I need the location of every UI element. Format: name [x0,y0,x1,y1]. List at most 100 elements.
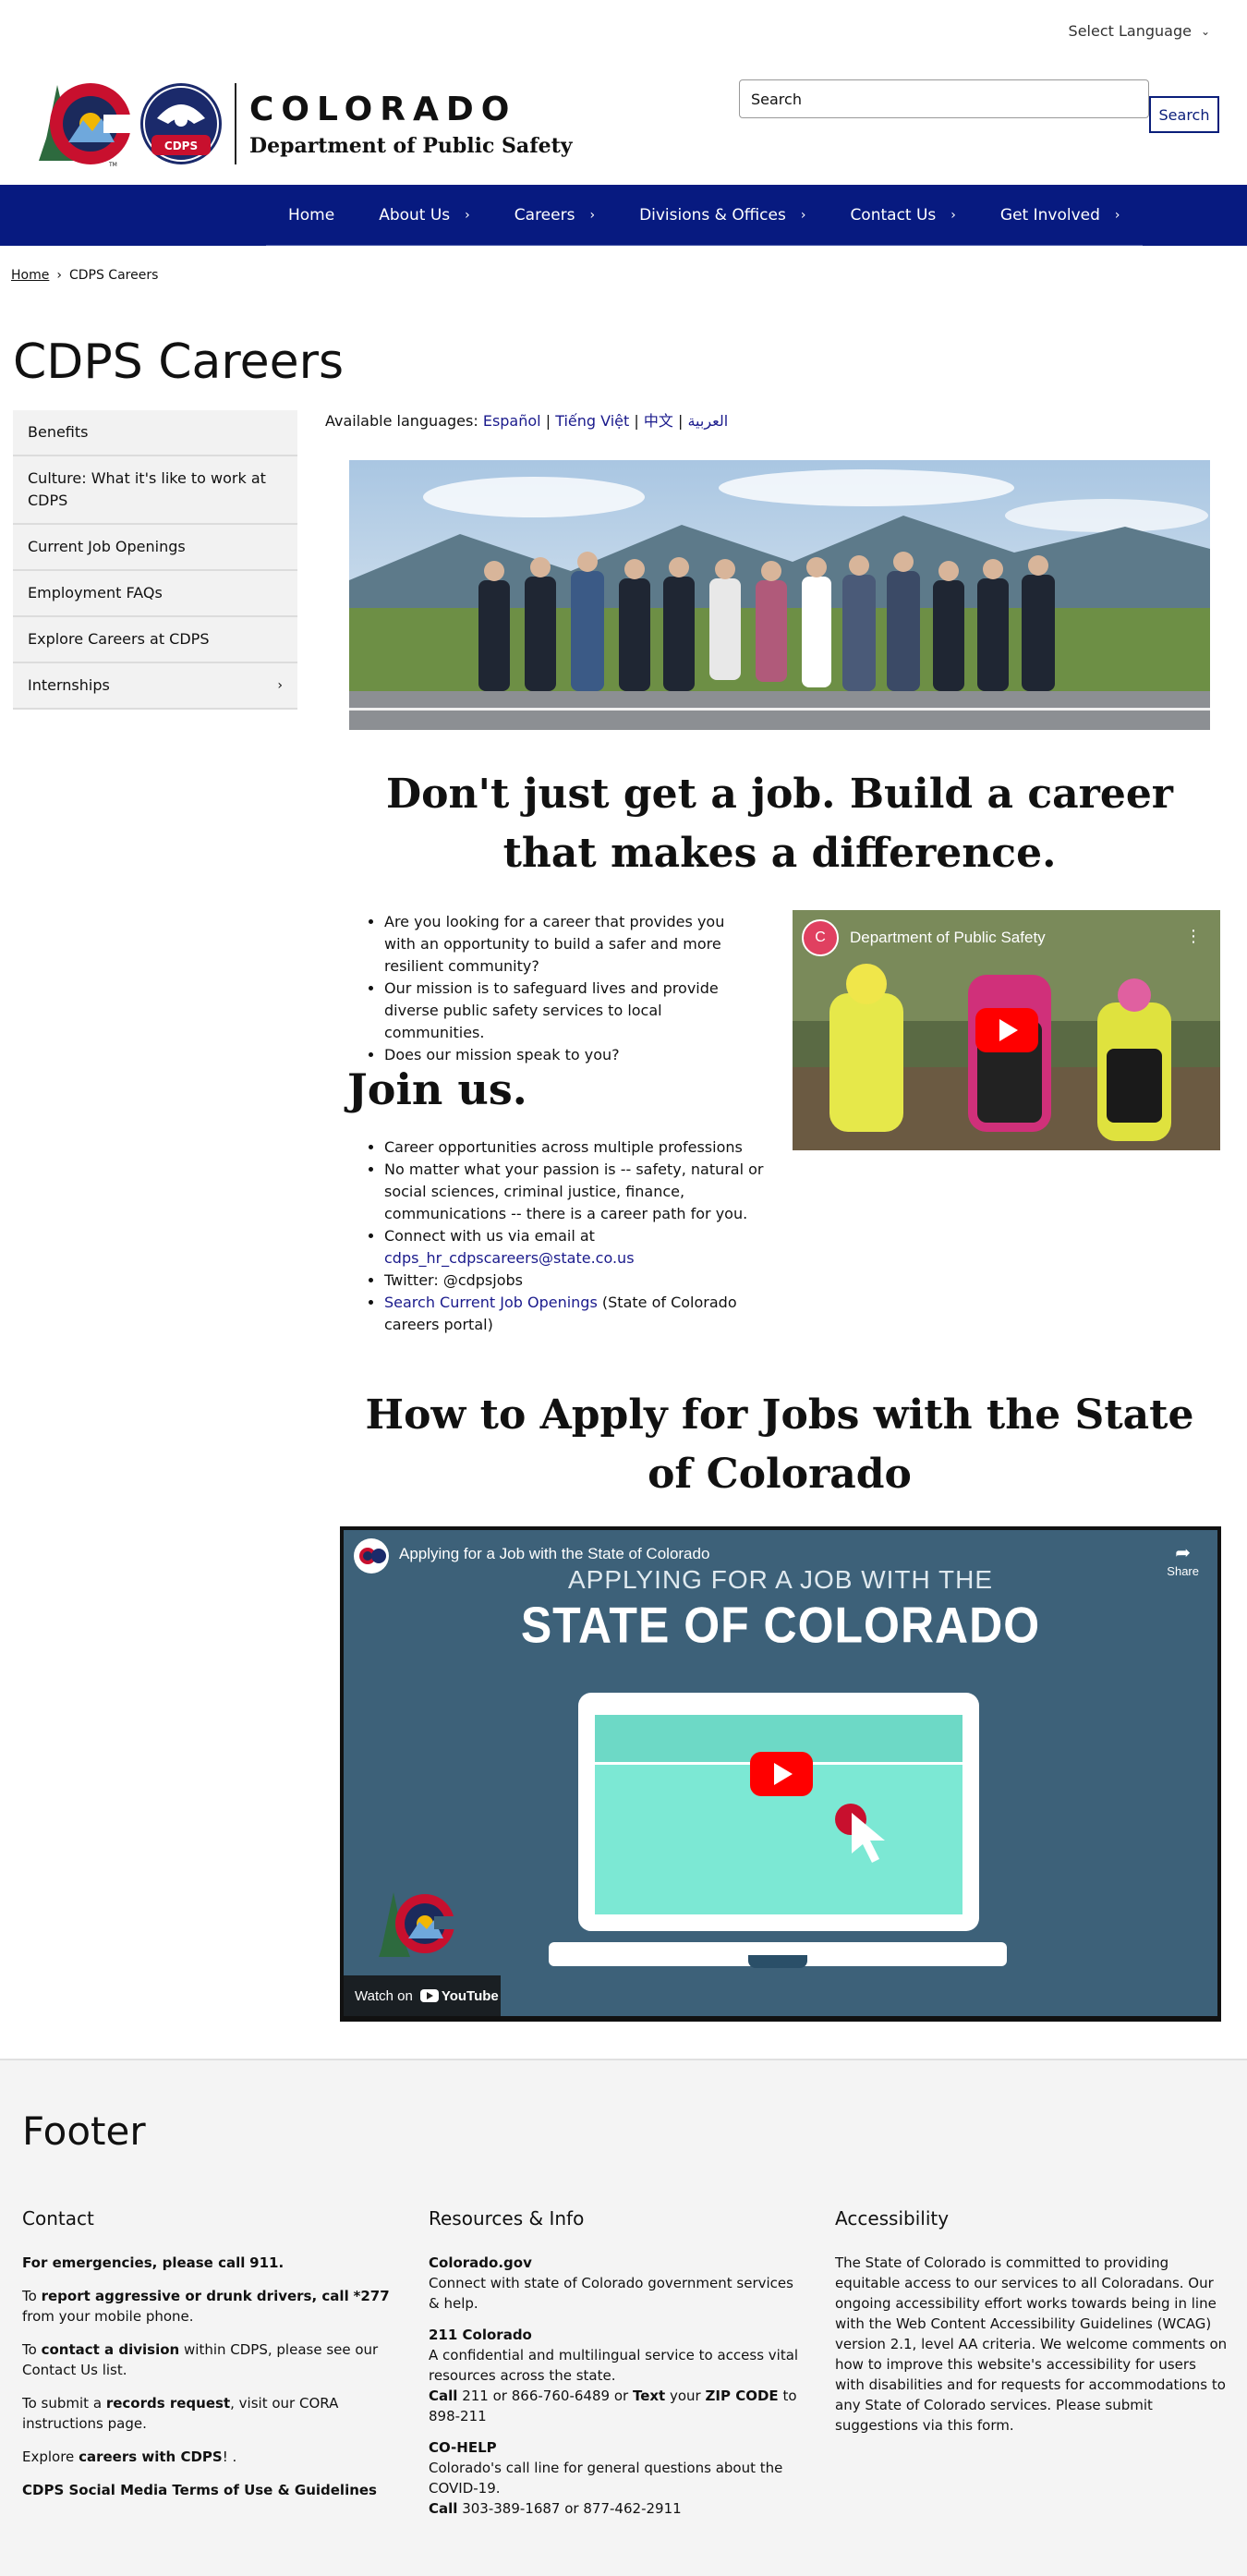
nav-item-careers[interactable]: Careers › [492,185,617,246]
search-button[interactable]: Search [1149,96,1219,133]
youtube-logo: YouTube [419,1987,499,2004]
language-separator: | [545,412,551,430]
cohelp-link[interactable]: CO-HELP [429,2439,497,2456]
records-mid: , visit our [230,2395,296,2412]
footer-resources-heading: Resources & Info [429,2207,585,2230]
division-pre: To [22,2341,37,2358]
video-title[interactable]: Department of Public Safety [850,929,1046,947]
watch-on-youtube-button[interactable]: Watch on YouTube [344,1975,501,2016]
laptop-illustration [578,1693,979,1931]
site-logo[interactable]: TM CDPS COLORADO Department of Public Sa… [26,78,573,170]
language-link-ar[interactable]: العربية [687,412,728,430]
language-link-vi[interactable]: Tiếng Việt [555,412,629,430]
sidebar-item-label: Internships [28,676,110,694]
sidebar-item-benefits[interactable]: Benefits [13,410,297,456]
chevron-right-icon: › [465,207,470,223]
footer-report: To report aggressive or drunk drivers, c… [22,2286,401,2327]
language-separator: | [677,412,684,430]
language-link-zh[interactable]: 中文 [644,412,673,430]
join-bullets: Career opportunities across multiple pro… [371,1136,778,1336]
breadcrumb-separator: › [56,268,62,283]
nav-item-home[interactable]: Home [266,185,357,246]
play-icon[interactable] [750,1752,813,1796]
sidebar-item-label: Benefits [28,423,89,441]
join-us-heading: Join us. [347,1064,527,1114]
emergency-911-link[interactable]: 911 [249,2254,278,2271]
careers-with-cdps-link[interactable]: careers with CDPS [79,2448,223,2465]
careers-email-link[interactable]: cdps_hr_cdpscareers@state.co.us [384,1249,635,1267]
your-text: your [670,2388,701,2404]
language-link-es[interactable]: Español [483,412,541,430]
list-item: Twitter: @cdpsjobs [384,1270,778,1292]
language-select-label: Select Language [1068,22,1192,40]
sidebar-item-faqs[interactable]: Employment FAQs [13,571,297,617]
channel-avatar[interactable]: C [802,919,839,956]
list-item: Our mission is to safeguard lives and pr… [384,978,759,1044]
footer-accessibility-heading: Accessibility [835,2207,950,2230]
chevron-down-icon: ⌄ [1200,24,1210,38]
department-name: Department of Public Safety [249,133,573,158]
nav-item-get-involved[interactable]: Get Involved › [978,185,1143,246]
call-label: Call [429,2388,458,2404]
phone-866-link[interactable]: 866-760-6489 [512,2388,610,2404]
colorado-logo-icon: TM [39,83,131,168]
report-pre: To [22,2288,37,2304]
site-header: TM CDPS COLORADO Department of Public Sa… [0,65,1247,185]
report-post: from your mobile phone. [22,2308,194,2325]
search-input[interactable] [739,79,1149,118]
colorado-gov-link[interactable]: Colorado.gov [429,2254,532,2271]
chevron-right-icon: › [589,207,596,223]
cohelp-desc: Colorado's call line for general questio… [429,2460,783,2497]
chevron-right-icon: › [277,678,283,693]
contact-us-list-link[interactable]: Contact Us list [22,2362,123,2378]
sidebar-item-explore-careers[interactable]: Explore Careers at CDPS [13,617,297,663]
footer-records: To submit a records request, visit our C… [22,2395,339,2432]
nav-item-label: Divisions & Offices [639,205,786,225]
or-text: or [492,2388,507,2404]
phone-303-link[interactable]: 303-389-1687 [462,2500,560,2517]
dps-video-embed[interactable]: C Department of Public Safety ⋮ [793,910,1220,1150]
main-nav: Home About Us › Careers › Divisions & Of… [0,185,1247,246]
logo-text: COLORADO Department of Public Safety [249,91,573,158]
list-item: No matter what your passion is -- safety… [384,1159,778,1225]
footer-contact: Contact For emergencies, please call 911… [22,2208,401,2513]
play-icon[interactable] [975,1008,1038,1052]
nav-item-contact-us[interactable]: Contact Us › [828,185,977,246]
resource-colorado-gov: Colorado.gov Connect with state of Color… [429,2253,807,2314]
records-pre: To submit a [22,2395,103,2412]
apply-video-embed[interactable]: Applying for a Job with the State of Col… [340,1526,1221,2022]
or-text: or [613,2388,629,2404]
youtube-play-icon [419,1989,439,2002]
co211-link[interactable]: 211 Colorado [429,2327,532,2343]
accessibility-statement: The State of Colorado is committed to pr… [835,2253,1229,2436]
chevron-right-icon: › [800,207,806,223]
careers-headline: Don't just get a job. Build a career tha… [385,771,1173,877]
report-277-link[interactable]: *277 [354,2288,390,2304]
list-item: Are you looking for a career that provid… [384,911,759,978]
mission-bullets: Are you looking for a career that provid… [371,911,759,1066]
phone-877-link[interactable]: 877-462-2911 [583,2500,681,2517]
breadcrumb-home-link[interactable]: Home [11,268,49,283]
language-select[interactable]: Select Language ⌄ [1069,22,1210,40]
language-separator: | [634,412,639,430]
division-bold: contact a division [41,2341,180,2358]
nav-item-label: About Us [379,205,451,225]
search-job-openings-link[interactable]: Search Current Job Openings [384,1294,598,1311]
co211-desc: A confidential and multilingual service … [429,2347,799,2384]
call-label: Call [429,2500,458,2517]
phone-211-link[interactable]: 211 [462,2388,489,2404]
video-title[interactable]: Applying for a Job with the State of Col… [399,1545,709,1563]
footer-division: To contact a division within CDPS, pleas… [22,2341,379,2378]
state-name: COLORADO [249,90,517,128]
social-media-terms-link[interactable]: CDPS Social Media Terms of Use & Guideli… [22,2482,377,2498]
youtube-wordmark: YouTube [441,1987,499,2004]
nav-item-divisions[interactable]: Divisions & Offices › [617,185,828,246]
sidebar-item-current-openings[interactable]: Current Job Openings [13,525,297,571]
laptop-notch [748,1955,807,1968]
footer-terms: CDPS Social Media Terms of Use & Guideli… [22,2480,401,2500]
more-vert-icon[interactable]: ⋮ [1185,927,1202,946]
text-label: Text [632,2388,666,2404]
nav-item-about-us[interactable]: About Us › [357,185,492,246]
sidebar-item-internships[interactable]: Internships › [13,663,297,710]
sidebar-item-culture[interactable]: Culture: What it's like to work at CDPS [13,456,297,525]
